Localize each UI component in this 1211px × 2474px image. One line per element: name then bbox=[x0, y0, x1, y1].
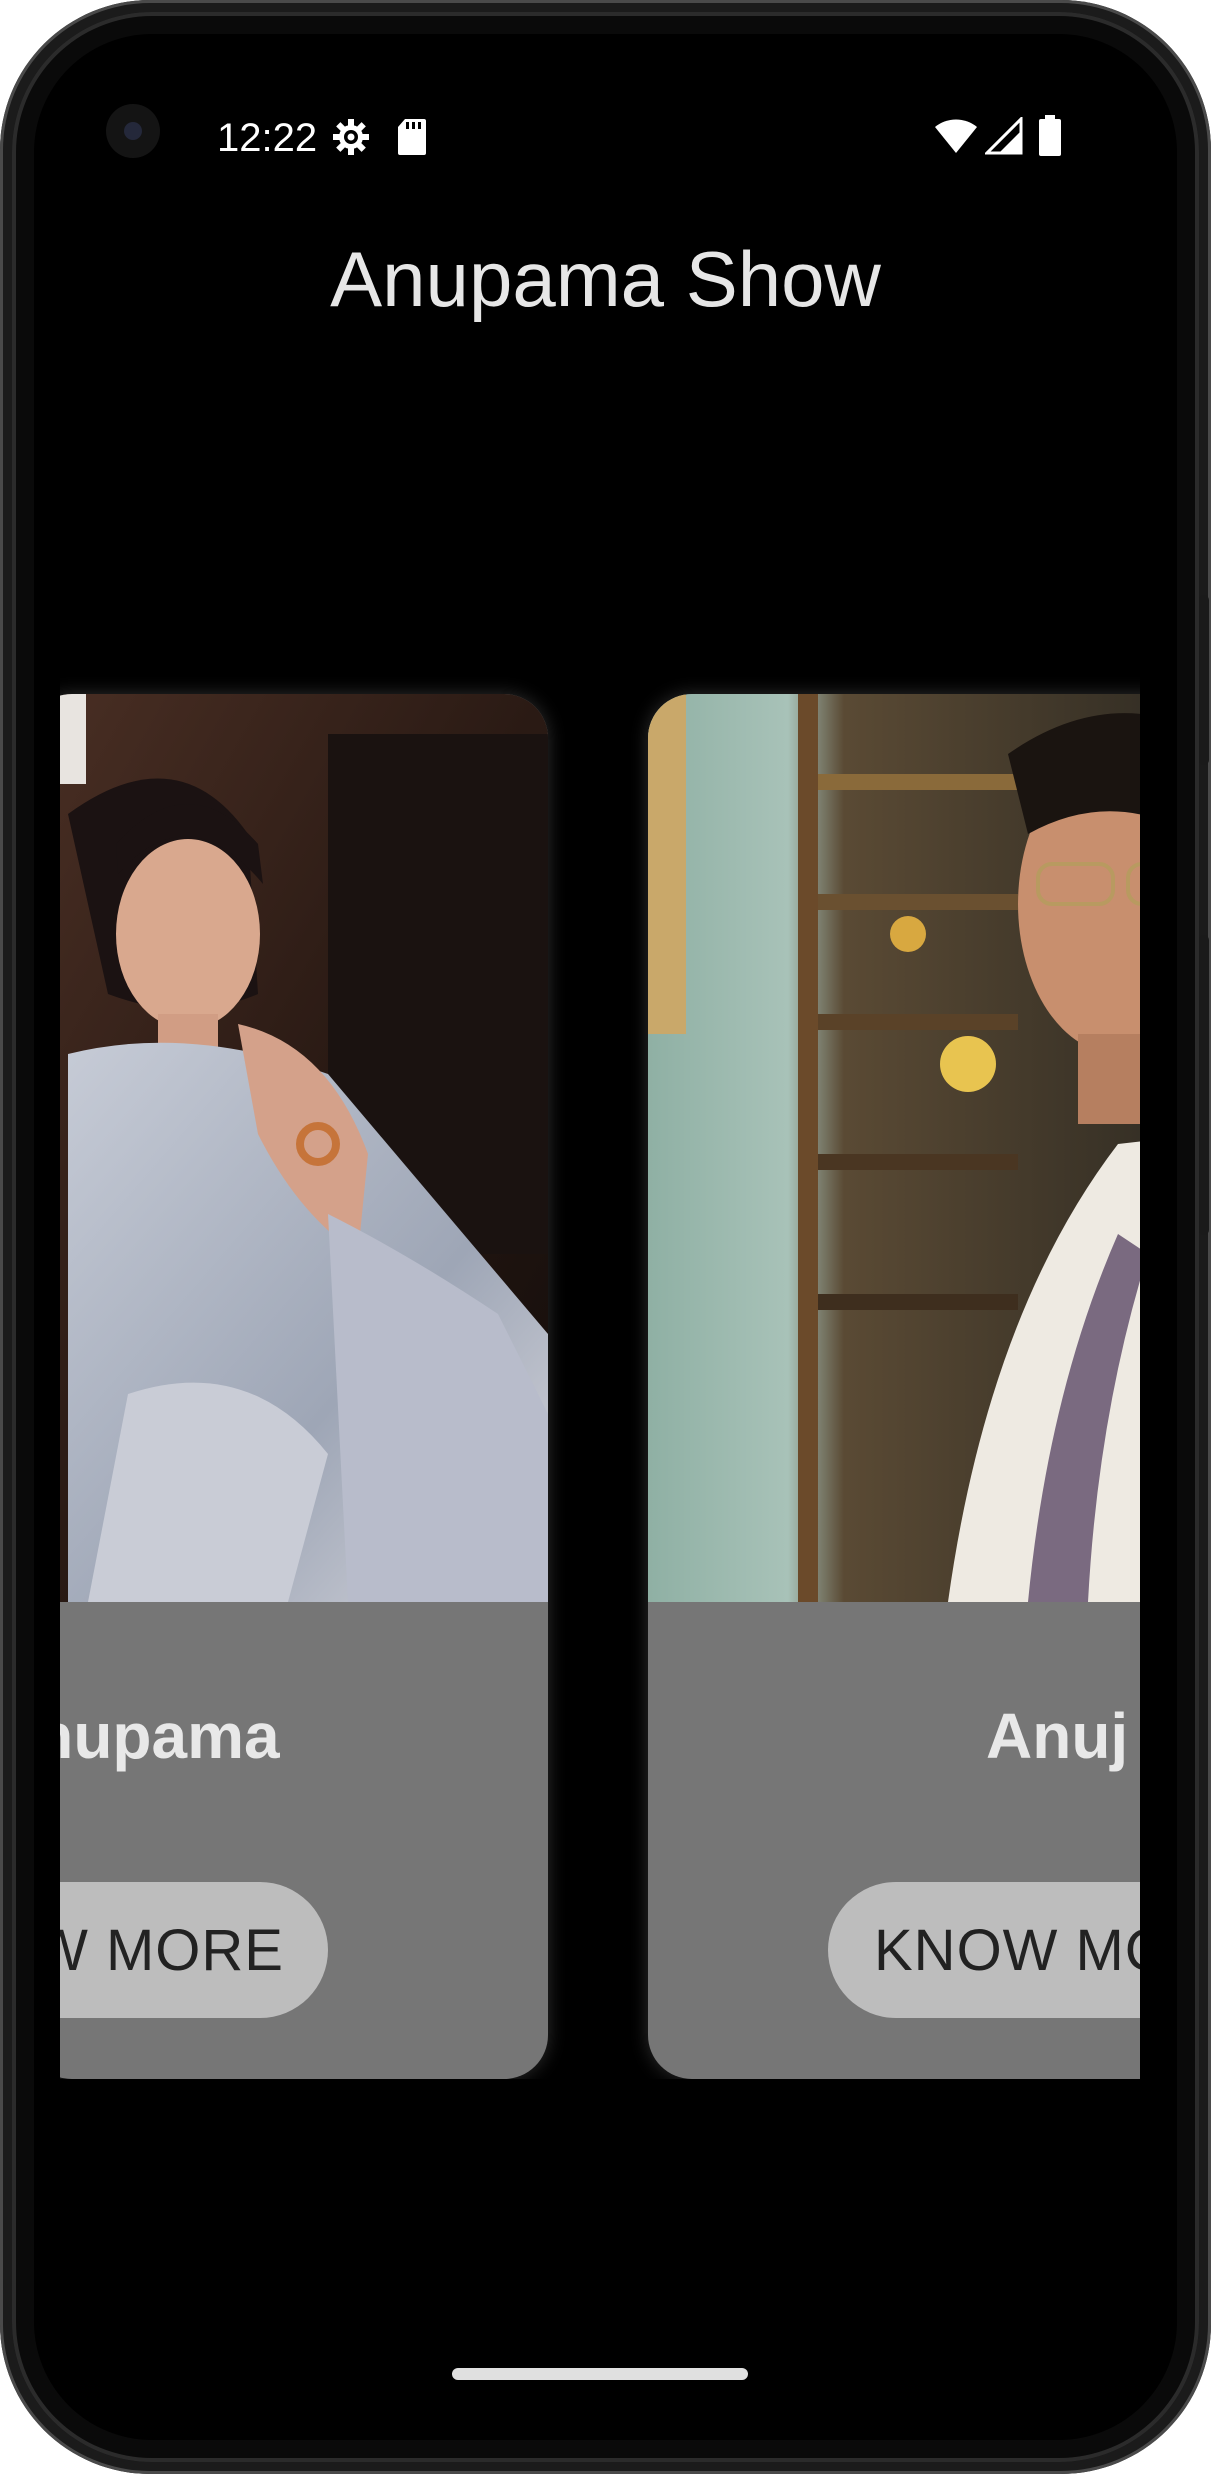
power-button bbox=[1199, 595, 1209, 765]
character-photo bbox=[60, 694, 548, 1602]
character-card-anupama[interactable]: Anupama KNOW MORE bbox=[60, 694, 548, 2079]
sd-card-icon bbox=[396, 116, 428, 158]
character-carousel[interactable]: Anupama KNOW MORE bbox=[60, 654, 1140, 2079]
volume-button bbox=[1199, 935, 1209, 1235]
status-time: 12:22 bbox=[217, 116, 318, 160]
phone-frame: 12:22 Anupama Show upama W MORE Anuj KNO… bbox=[0, 0, 1211, 2474]
front-camera bbox=[106, 104, 160, 158]
gesture-navigation-bar[interactable] bbox=[452, 2368, 748, 2380]
character-card-anuj[interactable]: Anuj KNOW MORE bbox=[648, 694, 1140, 2079]
wifi-icon bbox=[934, 116, 978, 156]
character-name: Anupama bbox=[60, 1700, 280, 1772]
screen: 12:22 Anupama Show upama W MORE Anuj KNO… bbox=[34, 34, 1177, 2440]
app-title: Anupama Show bbox=[330, 235, 881, 323]
know-more-button[interactable]: KNOW MORE bbox=[828, 1882, 1140, 2018]
battery-icon bbox=[1036, 114, 1064, 158]
signal-icon bbox=[984, 116, 1024, 156]
gear-icon bbox=[330, 116, 372, 158]
character-name: Anuj bbox=[986, 1700, 1129, 1772]
character-photo bbox=[648, 694, 1140, 1602]
know-more-button[interactable]: KNOW MORE bbox=[60, 1882, 328, 2018]
